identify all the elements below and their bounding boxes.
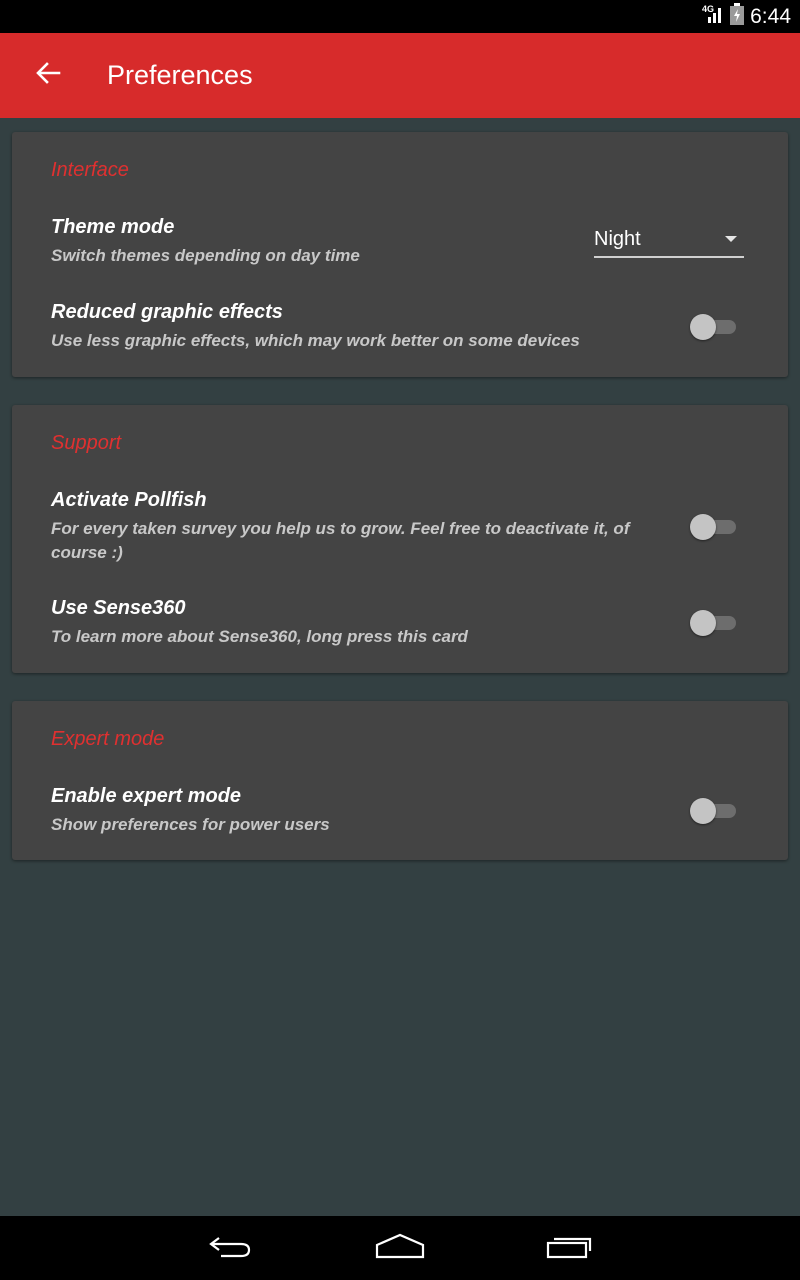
reduced-graphic-effects-summary: Use less graphic effects, which may work… — [51, 331, 580, 350]
theme-mode-dropdown[interactable]: Night — [594, 222, 744, 258]
switch-thumb — [690, 798, 716, 824]
activate-pollfish-preference[interactable]: Activate Pollfish For every taken survey… — [12, 489, 788, 569]
enable-expert-mode-title: Enable expert mode — [51, 785, 242, 807]
switch-thumb — [690, 514, 716, 540]
theme-mode-summary: Switch themes depending on day time — [51, 246, 360, 265]
use-sense360-title: Use Sense360 — [51, 597, 186, 619]
network-type-label: 4G — [702, 4, 714, 14]
theme-mode-value: Night — [594, 228, 641, 250]
arrow-back-icon — [35, 61, 61, 89]
back-button[interactable] — [22, 53, 74, 97]
dropdown-arrow-icon — [725, 236, 737, 242]
nav-back-button[interactable] — [185, 1224, 275, 1272]
enable-expert-mode-summary: Show preferences for power users — [51, 815, 330, 834]
section-header-support: Support — [51, 432, 122, 454]
use-sense360-summary: To learn more about Sense360, long press… — [51, 627, 468, 646]
app-toolbar: Preferences — [0, 33, 800, 118]
reduced-graphic-effects-title: Reduced graphic effects — [51, 301, 283, 323]
enable-expert-mode-preference[interactable]: Enable expert mode Show preferences for … — [12, 785, 788, 845]
section-header-interface: Interface — [51, 159, 129, 181]
back-icon — [207, 1233, 253, 1264]
signal-icon: 4G — [702, 3, 724, 30]
theme-mode-title: Theme mode — [51, 216, 175, 238]
interface-card: Interface Theme mode Switch themes depen… — [12, 132, 788, 377]
page-title: Preferences — [107, 60, 253, 90]
section-header-expert-mode: Expert mode — [51, 728, 165, 750]
nav-recents-button[interactable] — [525, 1224, 615, 1272]
recents-icon — [546, 1233, 594, 1264]
home-icon — [375, 1233, 425, 1264]
activate-pollfish-summary: For every taken survey you help us to gr… — [51, 519, 630, 562]
switch-thumb — [690, 610, 716, 636]
support-card: Support Activate Pollfish For every take… — [12, 405, 788, 673]
use-sense360-preference[interactable]: Use Sense360 To learn more about Sense36… — [12, 597, 788, 657]
activate-pollfish-title: Activate Pollfish — [51, 489, 207, 511]
enable-expert-mode-switch[interactable] — [690, 796, 738, 826]
nav-home-button[interactable] — [355, 1224, 445, 1272]
status-time: 6:44 — [750, 4, 791, 28]
expert-mode-card: Expert mode Enable expert mode Show pref… — [12, 701, 788, 860]
status-bar: 4G 6:44 — [0, 0, 800, 33]
reduced-graphic-effects-preference[interactable]: Reduced graphic effects Use less graphic… — [12, 301, 788, 361]
reduced-graphic-effects-switch[interactable] — [690, 312, 738, 342]
switch-thumb — [690, 314, 716, 340]
activate-pollfish-switch[interactable] — [690, 512, 738, 542]
battery-icon — [730, 3, 745, 30]
status-icons: 4G 6:44 — [702, 0, 791, 33]
navigation-bar — [0, 1216, 800, 1280]
use-sense360-switch[interactable] — [690, 608, 738, 638]
